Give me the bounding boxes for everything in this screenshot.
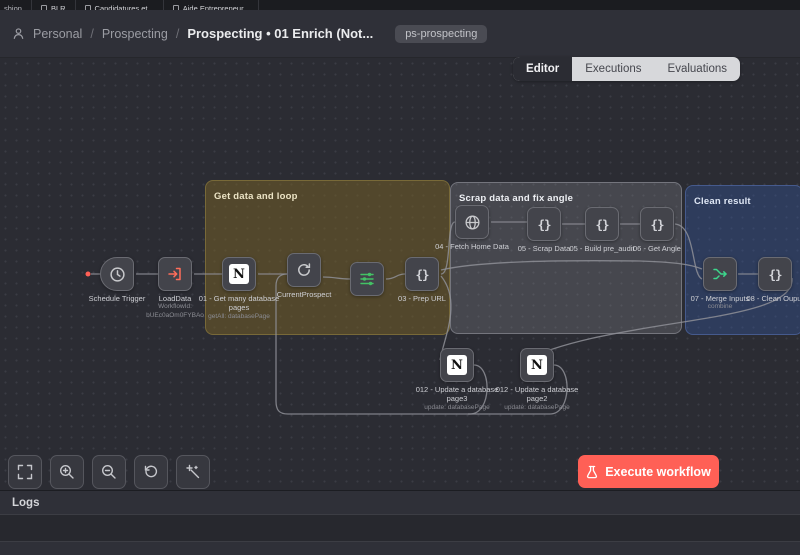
node-box xyxy=(158,257,192,291)
workflow-title[interactable]: Prospecting • 01 Enrich (Not... xyxy=(187,26,373,41)
zoom-out-icon xyxy=(101,464,117,480)
node-box xyxy=(100,257,134,291)
node-prep-url[interactable]: {} 03 - Prep URL xyxy=(405,257,439,291)
globe-icon xyxy=(464,214,481,231)
favicon-icon xyxy=(41,5,47,10)
browser-tab-label: shion xyxy=(4,4,22,11)
node-box: N xyxy=(520,348,554,382)
tab-editor[interactable]: Editor xyxy=(513,57,572,81)
notion-icon: N xyxy=(447,355,467,375)
loop-icon xyxy=(296,262,312,278)
node-clean-output[interactable]: {} 08 - Clean Ouput xyxy=(758,257,792,291)
workflow-tag-badge[interactable]: ps-prospecting xyxy=(395,25,487,43)
zoom-in-button[interactable] xyxy=(50,455,84,489)
node-box: {} xyxy=(640,207,674,241)
tidy-up-button[interactable] xyxy=(176,455,210,489)
breadcrumb-account[interactable]: Personal xyxy=(33,27,82,41)
browser-tab-label: Aide Entrepreneur... xyxy=(183,4,250,11)
breadcrumb-separator: / xyxy=(90,27,93,41)
execute-workflow-button[interactable]: Execute workflow xyxy=(578,455,719,488)
person-icon xyxy=(12,27,25,40)
node-merge-inputs[interactable]: 07 - Merge Inputscombine xyxy=(703,257,737,291)
workflow-canvas[interactable]: Get data and loop Scrap data and fix ang… xyxy=(0,58,800,490)
n8n-workflow-editor: shion BLR Candidatures et... Aide Entrep… xyxy=(0,0,800,555)
breadcrumb-separator: / xyxy=(176,27,179,41)
node-current-prospect-loop[interactable]: CurrentProspect xyxy=(287,253,321,287)
group-title: Clean result xyxy=(694,196,751,207)
canvas-toolbar xyxy=(8,455,210,489)
zoom-to-fit-icon xyxy=(17,464,33,480)
browser-tab[interactable]: Candidatures et... xyxy=(76,0,164,10)
execute-workflow-label: Execute workflow xyxy=(605,465,711,479)
logs-panel: Logs xyxy=(0,490,800,555)
undo-icon xyxy=(143,464,159,480)
zoom-out-button[interactable] xyxy=(92,455,126,489)
breadcrumb-project[interactable]: Prospecting xyxy=(102,27,168,41)
tab-evaluations[interactable]: Evaluations xyxy=(655,57,740,81)
node-box: {} xyxy=(758,257,792,291)
browser-tab[interactable]: BLR xyxy=(32,0,76,10)
group-title: Get data and loop xyxy=(214,191,298,202)
filter-sliders-icon xyxy=(359,271,375,287)
merge-icon xyxy=(712,266,728,282)
favicon-icon xyxy=(173,5,179,10)
notion-icon: N xyxy=(527,355,547,375)
browser-tab-strip: shion BLR Candidatures et... Aide Entrep… xyxy=(0,0,800,10)
node-box: {} xyxy=(585,207,619,241)
code-icon: {} xyxy=(650,217,663,232)
undo-button[interactable] xyxy=(134,455,168,489)
node-box xyxy=(287,253,321,287)
browser-tab[interactable]: shion xyxy=(0,0,32,10)
code-icon: {} xyxy=(595,217,608,232)
view-tabs: Editor Executions Evaluations xyxy=(513,57,740,81)
clock-icon xyxy=(109,266,126,283)
logs-header[interactable]: Logs xyxy=(0,491,800,515)
node-box: N xyxy=(222,257,256,291)
node-notion-update-page3[interactable]: N 012 - Update a database page3update: d… xyxy=(440,348,474,382)
node-box: {} xyxy=(405,257,439,291)
code-icon: {} xyxy=(537,217,550,232)
node-box xyxy=(350,262,384,296)
node-fetch-home-data[interactable]: 04 - Fetch Home Data xyxy=(455,205,489,239)
node-sublabel: update: databasePage xyxy=(491,404,583,413)
browser-tab[interactable]: Aide Entrepreneur... xyxy=(164,0,260,10)
flask-icon xyxy=(586,465,598,479)
browser-tab-label: BLR xyxy=(51,4,66,11)
node-loaddata[interactable]: LoadDataWorkflowId: bUEc0aOm0FYBAo xyxy=(158,257,192,291)
workflow-header: Personal / Prospecting / Prospecting • 0… xyxy=(0,10,800,58)
node-box xyxy=(703,257,737,291)
node-build-pre-audit[interactable]: {} 05 - Build pre_audit xyxy=(585,207,619,241)
node-sublabel: update: databasePage xyxy=(411,404,503,413)
node-schedule-trigger[interactable]: Schedule Trigger xyxy=(100,257,134,291)
logs-title: Logs xyxy=(12,497,39,509)
node-label: 012 - Update a database page2 xyxy=(491,385,583,404)
node-get-angle[interactable]: {} 06 - Get Angle xyxy=(640,207,674,241)
node-notion-update-page2[interactable]: N 012 - Update a database page2update: d… xyxy=(520,348,554,382)
node-notion-get-pages[interactable]: N 01 - Get many database pagesgetAll: da… xyxy=(222,257,256,291)
node-filter[interactable] xyxy=(350,262,384,296)
group-title: Scrap data and fix angle xyxy=(459,193,573,204)
sign-in-icon xyxy=(167,266,183,282)
zoom-to-fit-button[interactable] xyxy=(8,455,42,489)
node-scrap-data[interactable]: {} 05 - Scrap Data xyxy=(527,207,561,241)
logs-body xyxy=(0,515,800,542)
node-label: 012 - Update a database page3 xyxy=(411,385,503,404)
favicon-icon xyxy=(85,5,91,10)
tab-executions[interactable]: Executions xyxy=(572,57,654,81)
zoom-in-icon xyxy=(59,464,75,480)
code-icon: {} xyxy=(415,267,428,282)
notion-icon: N xyxy=(229,264,249,284)
code-icon: {} xyxy=(768,267,781,282)
node-label: Schedule Trigger xyxy=(71,294,163,303)
browser-tab-label: Candidatures et... xyxy=(95,4,154,11)
node-box xyxy=(455,205,489,239)
magic-wand-icon xyxy=(185,464,201,480)
node-box: N xyxy=(440,348,474,382)
node-box: {} xyxy=(527,207,561,241)
